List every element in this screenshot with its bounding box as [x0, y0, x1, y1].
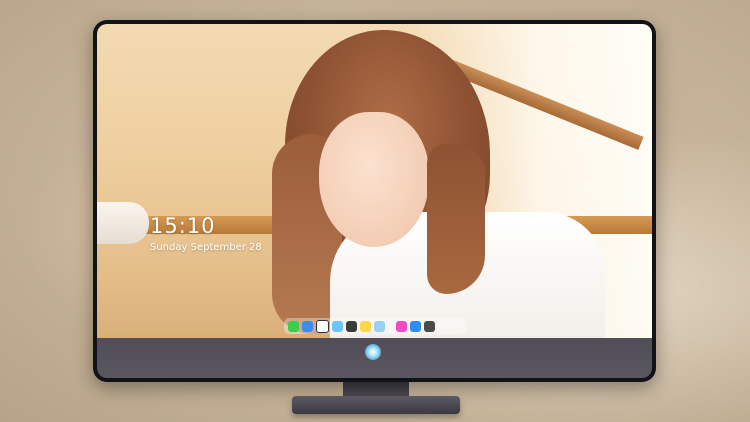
- music-icon[interactable]: [396, 320, 407, 332]
- lock-clock: 15:10: [150, 214, 216, 238]
- clock-icon[interactable]: [316, 319, 329, 333]
- brand-logo-icon: [365, 344, 381, 360]
- wallpaper-hair-right: [427, 144, 485, 294]
- dock-separator: [390, 320, 391, 332]
- app-store-icon[interactable]: [410, 320, 421, 332]
- notes-icon[interactable]: [360, 320, 371, 332]
- finder-icon[interactable]: [302, 320, 313, 332]
- monitor-chin: [97, 338, 652, 378]
- wallpaper-face: [319, 112, 429, 247]
- lock-date: Sunday September 28: [150, 242, 262, 253]
- monitor-stand-base: [292, 396, 460, 414]
- messages-icon[interactable]: [288, 320, 299, 332]
- video-icon[interactable]: [346, 320, 357, 332]
- wallpaper-railing-cap: [97, 202, 149, 244]
- monitor: 15:10 Sunday September 28: [93, 20, 656, 382]
- preview-icon[interactable]: [374, 320, 385, 332]
- photos-icon[interactable]: [332, 320, 343, 332]
- trash-icon[interactable]: [424, 320, 435, 332]
- dock: [284, 318, 466, 334]
- lock-screen[interactable]: 15:10 Sunday September 28: [97, 24, 652, 338]
